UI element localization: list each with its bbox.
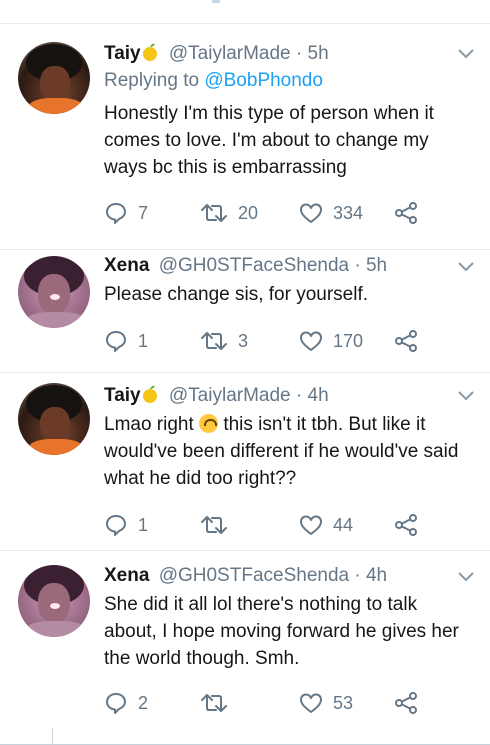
timestamp[interactable]: 4h [366,565,387,586]
reply-count: 1 [138,514,149,535]
replying-label: Replying to [104,70,200,91]
top-strip [0,0,490,8]
heart-icon [300,331,322,351]
avatar[interactable] [18,256,90,328]
replying-to-link[interactable]: @BobPhondo [204,70,323,91]
retweet-icon [201,516,227,534]
separator: · [354,255,361,276]
retweet-icon [201,204,227,222]
retweet-icon [201,332,227,350]
like-button[interactable]: 53 [299,690,353,716]
tweet[interactable]: Xena @GH0STFaceShenda · 5h Please change… [0,250,490,373]
share-icon [395,330,417,352]
top-strip-mark [212,0,220,3]
username[interactable]: @TaiylarMade [169,385,291,406]
share-icon [395,692,417,714]
reply-count: 2 [138,692,149,713]
separator: · [354,565,361,586]
reply-icon [106,693,126,714]
avatar[interactable] [18,565,90,637]
chevron-down-icon[interactable] [457,261,475,273]
retweet-button[interactable]: 3 [200,328,248,354]
separator: · [295,43,303,64]
reply-count: 7 [138,202,149,223]
share-button[interactable] [394,512,418,538]
reply-count: 1 [138,330,149,351]
chevron-down-icon[interactable] [457,48,475,60]
action-bar: 1 44 [104,512,474,538]
tweet-header: Taiy @TaiylarMade · 4h [104,384,329,407]
username[interactable]: @GH0STFaceShenda [159,565,349,586]
tweet-header: Taiy @TaiylarMade · 5h [104,42,329,65]
tweet[interactable]: Taiy @TaiylarMade · 5h Replying to @BobP… [0,24,490,250]
share-button[interactable] [394,328,418,354]
upside-down-face-emoji-icon [199,414,219,433]
action-bar: 2 53 [104,690,474,716]
retweet-count: 3 [238,330,249,351]
username[interactable]: @TaiylarMade [169,43,291,64]
reply-button[interactable]: 1 [104,328,148,354]
tweet[interactable]: Xena @GH0STFaceShenda · 4h She did it al… [0,551,490,727]
share-button[interactable] [394,200,418,226]
display-name[interactable]: Taiy [104,43,141,64]
avatar[interactable] [18,383,90,455]
separator: · [295,385,303,406]
timestamp[interactable]: 4h [308,385,329,406]
like-button[interactable]: 44 [299,512,353,538]
chevron-down-icon[interactable] [457,571,475,583]
retweet-button[interactable] [200,512,238,538]
heart-icon [300,693,322,713]
reply-button[interactable]: 1 [104,512,148,538]
timestamp[interactable]: 5h [366,255,387,276]
like-count: 334 [333,202,364,223]
timestamp[interactable]: 5h [308,43,329,64]
mango-emoji-icon [142,385,157,403]
avatar[interactable] [18,42,90,114]
chevron-down-icon[interactable] [457,390,475,402]
retweet-count: 20 [238,202,259,223]
reply-icon [106,331,126,352]
replying-to: Replying to @BobPhondo [104,70,323,92]
like-count: 53 [333,692,354,713]
mango-emoji-icon [142,43,157,61]
retweet-button[interactable]: 20 [200,200,258,226]
reply-icon [106,203,126,224]
action-bar: 7 20 334 [104,200,474,226]
display-name[interactable]: Xena [104,565,149,586]
tweet-text: She did it all lol there's nothing to ta… [104,594,459,669]
tweet[interactable]: Taiy @TaiylarMade · 4h Lmao right this i… [0,373,490,551]
like-count: 44 [333,514,354,535]
retweet-icon [201,694,227,712]
share-icon [395,202,417,224]
like-count: 170 [333,330,364,351]
reply-button[interactable]: 7 [104,200,148,226]
heart-icon [300,515,322,535]
tweet-text: Lmao right this isn't it tbh. But like i… [104,411,474,492]
thread-line [52,728,53,745]
tweet-text: Please change sis, for yourself. [104,284,369,305]
like-button[interactable]: 170 [299,328,363,354]
tweet-text-start: Lmao right [104,414,200,435]
heart-icon [300,203,322,223]
action-bar: 1 3 170 [104,328,474,354]
share-icon [395,514,417,536]
tweet-header: Xena @GH0STFaceShenda · 5h [104,255,387,277]
share-button[interactable] [394,690,418,716]
retweet-button[interactable] [200,690,238,716]
tweet-header: Xena @GH0STFaceShenda · 4h [104,565,387,587]
reply-icon [106,515,126,536]
username[interactable]: @GH0STFaceShenda [159,255,349,276]
display-name[interactable]: Xena [104,255,149,276]
like-button[interactable]: 334 [299,200,363,226]
tweet-text: Honestly I'm this type of person when it… [104,103,434,178]
display-name[interactable]: Taiy [104,385,141,406]
reply-button[interactable]: 2 [104,690,148,716]
